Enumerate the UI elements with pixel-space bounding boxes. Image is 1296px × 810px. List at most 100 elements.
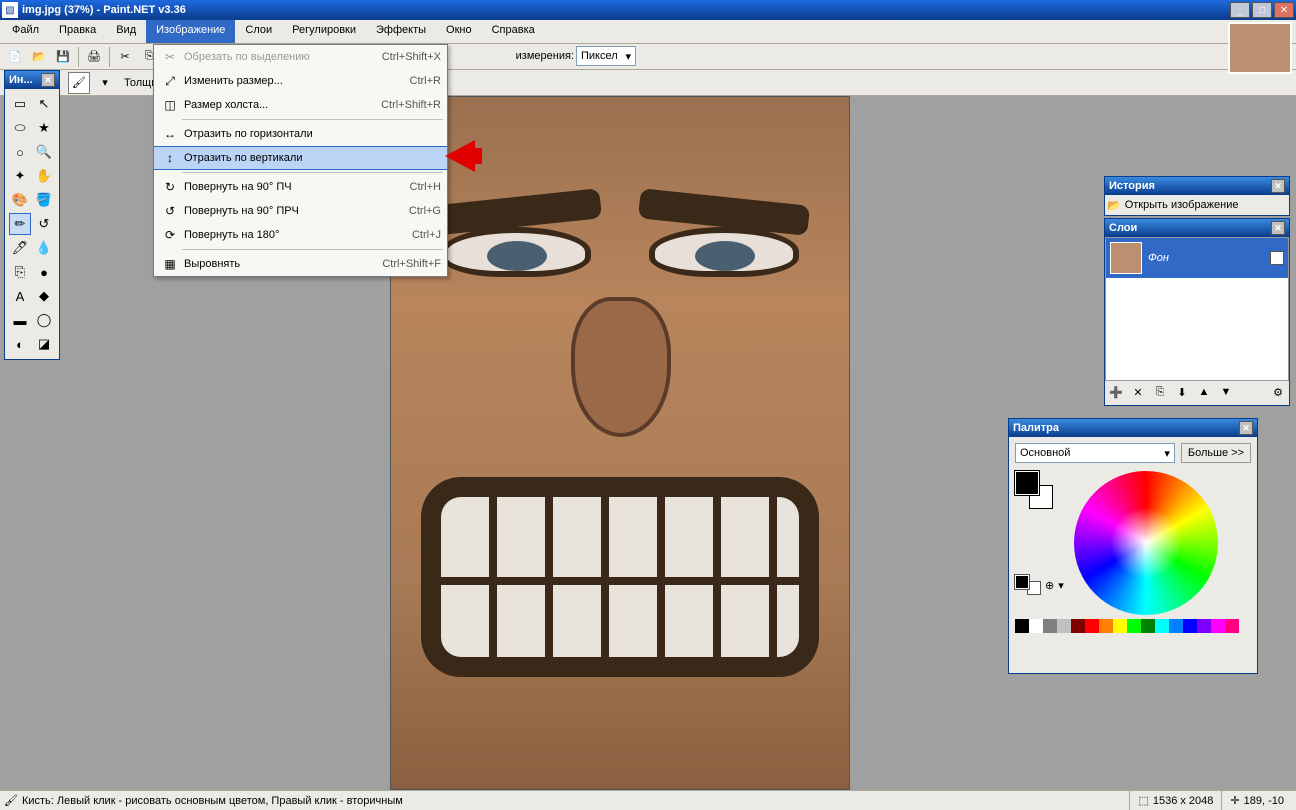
- tool-button[interactable]: ⎘: [9, 261, 31, 283]
- color-swatch[interactable]: [1099, 619, 1113, 633]
- color-swatch[interactable]: [1029, 619, 1043, 633]
- tool-button[interactable]: ↖: [33, 93, 55, 115]
- close-button[interactable]: ✕: [1274, 2, 1294, 18]
- tool-button[interactable]: ★: [33, 117, 55, 139]
- tool-button[interactable]: ◯: [33, 309, 55, 331]
- menu-регулировки[interactable]: Регулировки: [282, 20, 366, 43]
- menu-изображение[interactable]: Изображение: [146, 20, 235, 43]
- layer-visibility-checkbox[interactable]: ✓: [1270, 251, 1284, 265]
- tool-button[interactable]: ○: [9, 141, 31, 163]
- tool-button[interactable]: 💧: [33, 237, 55, 259]
- maximize-button[interactable]: □: [1252, 2, 1272, 18]
- close-icon[interactable]: ✕: [41, 73, 55, 87]
- menu-item[interactable]: ◫Размер холста...Ctrl+Shift+R: [154, 93, 447, 117]
- primary-color[interactable]: [1015, 471, 1039, 495]
- image-thumbnail[interactable]: [1228, 22, 1292, 74]
- tool-button[interactable]: ⬭: [9, 117, 31, 139]
- color-swatch[interactable]: [1085, 619, 1099, 633]
- add-layer-icon[interactable]: ➕: [1107, 383, 1125, 401]
- tool-button[interactable]: A: [9, 285, 31, 307]
- menu-item[interactable]: ▦ВыровнятьCtrl+Shift+F: [154, 252, 447, 276]
- close-icon[interactable]: ✕: [1239, 421, 1253, 435]
- color-swatch[interactable]: [1183, 619, 1197, 633]
- tool-button[interactable]: ↺: [33, 213, 55, 235]
- tool-button[interactable]: ▬: [9, 309, 31, 331]
- menu-слои[interactable]: Слои: [235, 20, 282, 43]
- tool-button[interactable]: 🖊: [9, 237, 31, 259]
- dropdown-icon[interactable]: ▾: [94, 72, 116, 94]
- color-swatch[interactable]: [1225, 619, 1239, 633]
- menu-справка[interactable]: Справка: [482, 20, 545, 43]
- layer-item[interactable]: Фон ✓: [1106, 238, 1288, 278]
- color-swatch[interactable]: [1169, 619, 1183, 633]
- color-swatch[interactable]: [1127, 619, 1141, 633]
- tool-button[interactable]: ✦: [9, 165, 31, 187]
- move-down-icon[interactable]: ▼: [1217, 383, 1235, 401]
- menu-item[interactable]: ↻Повернуть на 90° ПЧCtrl+H: [154, 175, 447, 199]
- tool-button[interactable]: 🎨: [9, 189, 31, 211]
- minimize-button[interactable]: _: [1230, 2, 1250, 18]
- tool-button[interactable]: ●: [33, 261, 55, 283]
- history-panel-title[interactable]: История ✕: [1105, 177, 1289, 195]
- menu-item-label: Отразить по горизонтали: [180, 128, 441, 140]
- color-swatch[interactable]: [1057, 619, 1071, 633]
- new-icon[interactable]: 📄: [4, 46, 26, 68]
- color-swatch[interactable]: [1043, 619, 1057, 633]
- primary-secondary-colors[interactable]: [1015, 471, 1053, 509]
- dropdown-icon[interactable]: ▾: [1058, 579, 1064, 592]
- close-icon[interactable]: ✕: [1271, 221, 1285, 235]
- duplicate-layer-icon[interactable]: ⎘: [1151, 383, 1169, 401]
- merge-down-icon[interactable]: ⬇: [1173, 383, 1191, 401]
- menu-окно[interactable]: Окно: [436, 20, 482, 43]
- color-swatch[interactable]: [1155, 619, 1169, 633]
- menu-правка[interactable]: Правка: [49, 20, 106, 43]
- color-swatch[interactable]: [1015, 619, 1029, 633]
- menu-item[interactable]: ↕Отразить по вертикали: [154, 146, 447, 170]
- color-swatch[interactable]: [1141, 619, 1155, 633]
- more-button[interactable]: Больше >>: [1181, 443, 1251, 463]
- tool-button[interactable]: ◆: [33, 285, 55, 307]
- tools-panel-title[interactable]: Ин... ✕: [5, 71, 59, 89]
- window-titlebar: ▧ img.jpg (37%) - Paint.NET v3.36 _ □ ✕: [0, 0, 1296, 20]
- tool-button[interactable]: ✋: [33, 165, 55, 187]
- menu-item[interactable]: ↔Отразить по горизонтали: [154, 122, 447, 146]
- tool-button[interactable]: ◪: [33, 333, 55, 355]
- delete-layer-icon[interactable]: ✕: [1129, 383, 1147, 401]
- tool-button[interactable]: 🔍: [33, 141, 55, 163]
- mini-colors[interactable]: [1015, 575, 1041, 595]
- save-icon[interactable]: 💾: [52, 46, 74, 68]
- menu-эффекты[interactable]: Эффекты: [366, 20, 436, 43]
- menu-item[interactable]: ↺Повернуть на 90° ПРЧCtrl+G: [154, 199, 447, 223]
- tool-button[interactable]: 🪣: [33, 189, 55, 211]
- color-swatch[interactable]: [1211, 619, 1225, 633]
- menu-файл[interactable]: Файл: [2, 20, 49, 43]
- close-icon[interactable]: ✕: [1271, 179, 1285, 193]
- colors-panel-title[interactable]: Палитра ✕: [1009, 419, 1257, 437]
- tool-button[interactable]: ▭: [9, 93, 31, 115]
- window-controls: _ □ ✕: [1230, 2, 1294, 18]
- color-wheel[interactable]: [1074, 471, 1218, 615]
- layers-panel-title[interactable]: Слои ✕: [1105, 219, 1289, 237]
- canvas-image[interactable]: [390, 96, 850, 790]
- brush-icon[interactable]: 🖌: [68, 72, 90, 94]
- color-swatch[interactable]: [1197, 619, 1211, 633]
- menu-вид[interactable]: Вид: [106, 20, 146, 43]
- image-menu-dropdown: ✂Обрезать по выделениюCtrl+Shift+X⤢Измен…: [153, 44, 448, 277]
- tool-button[interactable]: ◐: [9, 333, 31, 355]
- layer-label: Фон: [1148, 252, 1264, 264]
- add-swatch-icon[interactable]: ⊕: [1045, 579, 1054, 592]
- properties-icon[interactable]: ⚙: [1269, 383, 1287, 401]
- menu-item[interactable]: ⟳Повернуть на 180°Ctrl+J: [154, 223, 447, 247]
- color-swatch[interactable]: [1071, 619, 1085, 633]
- menu-item[interactable]: ⤢Изменить размер...Ctrl+R: [154, 69, 447, 93]
- window-title: img.jpg (37%) - Paint.NET v3.36: [22, 4, 1230, 16]
- cut-icon[interactable]: ✂: [114, 46, 136, 68]
- color-swatch[interactable]: [1113, 619, 1127, 633]
- move-up-icon[interactable]: ▲: [1195, 383, 1213, 401]
- print-icon[interactable]: 🖨: [83, 46, 105, 68]
- units-select[interactable]: Пиксел▾: [576, 46, 636, 66]
- tool-button[interactable]: ✏: [9, 213, 31, 235]
- open-icon[interactable]: 📂: [28, 46, 50, 68]
- history-item[interactable]: 📂 Открыть изображение: [1105, 195, 1289, 215]
- color-mode-select[interactable]: Основной▾: [1015, 443, 1175, 463]
